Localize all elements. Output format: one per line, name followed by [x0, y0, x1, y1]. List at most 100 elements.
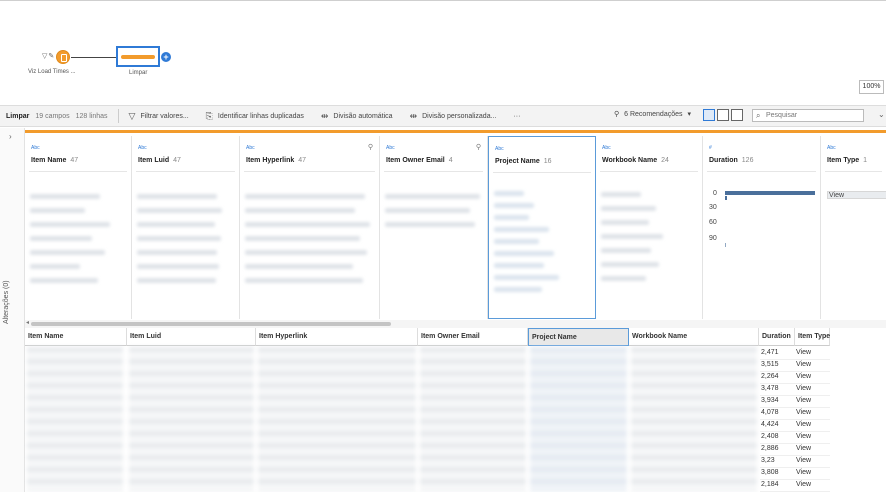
field-name: Project Name	[495, 158, 540, 165]
item-type-cell[interactable]: View	[796, 359, 811, 371]
field-name: Item Luid	[138, 157, 170, 164]
profile-card-duration[interactable]: # Duration 126 0 30 60 90	[703, 136, 821, 319]
item-type-cell[interactable]: View	[796, 431, 811, 443]
flow-canvas[interactable]: ▽✎ + Viz Load Times ... Limpar 100%	[0, 1, 886, 105]
field-name: Item Owner Email	[386, 157, 445, 164]
horizontal-scrollbar[interactable]: ◂	[25, 320, 886, 328]
column-header-item-type[interactable]: Item Type	[795, 328, 830, 346]
expand-arrow-icon[interactable]: ›	[9, 132, 12, 141]
more-options-button[interactable]: ···	[513, 113, 520, 120]
item-type-cell[interactable]: View	[796, 443, 811, 455]
string-type-icon: Abc	[386, 145, 395, 151]
auto-split-button[interactable]: ⇹ Divisão automática	[321, 111, 393, 122]
filter-icon: ▽	[128, 110, 136, 121]
duration-cell[interactable]: 3,478	[761, 383, 779, 395]
input-node[interactable]	[56, 50, 70, 64]
item-type-cell[interactable]: View	[796, 467, 811, 479]
clean-node-label: Limpar	[129, 70, 148, 76]
column-header-workbook-name[interactable]: Workbook Name	[629, 328, 759, 346]
profile-card-item-hyperlink[interactable]: Abc Item Hyperlink 47 ⚲	[240, 136, 380, 319]
duration-tick: 0	[713, 190, 717, 197]
string-type-icon: Abc	[602, 145, 611, 151]
duration-cell[interactable]: 2,264	[761, 371, 779, 383]
recommendations-button[interactable]: ⚲ 6 Recomendações ▾	[614, 110, 691, 119]
profile-view-icon[interactable]	[703, 109, 715, 121]
distinct-count: 16	[543, 158, 552, 165]
duration-cell[interactable]: 3,808	[761, 467, 779, 479]
duration-cell[interactable]: 3,934	[761, 395, 779, 407]
clean-step-node[interactable]	[116, 46, 160, 67]
item-type-value: View	[829, 192, 845, 199]
profile-card-item-luid[interactable]: Abc Item Luid 47	[132, 136, 240, 319]
duration-cell[interactable]: 2,471	[761, 347, 779, 359]
duration-histogram-bar[interactable]	[725, 191, 815, 195]
input-node-label: Viz Load Times ...	[28, 69, 76, 75]
changes-label: Alterações (0)	[3, 280, 10, 324]
search-input[interactable]: ⌕ Pesquisar	[752, 109, 864, 122]
duration-cell[interactable]: 2,886	[761, 443, 779, 455]
item-type-cell[interactable]: View	[796, 383, 811, 395]
column-header-duration[interactable]: Duration	[759, 328, 795, 346]
filter-values-label: Filtrar valores...	[140, 112, 189, 120]
field-name: Duration	[709, 157, 738, 164]
item-type-cell[interactable]: View	[796, 371, 811, 383]
filter-edit-icons[interactable]: ▽✎	[42, 52, 55, 60]
view-toggle	[703, 109, 743, 121]
recommendation-icon[interactable]: ⚲	[368, 143, 373, 151]
duration-histogram-bar[interactable]	[725, 243, 726, 247]
blurred-column	[530, 347, 627, 492]
distinct-count: 1	[863, 157, 868, 164]
profile-card-item-owner-email[interactable]: Abc Item Owner Email 4 ⚲	[380, 136, 488, 319]
scrollbar-thumb[interactable]	[31, 322, 391, 326]
item-type-cell[interactable]: View	[796, 407, 811, 419]
distinct-count: 126	[741, 157, 754, 164]
row-count: 128 linhas	[75, 112, 108, 120]
grid-view-icon[interactable]	[731, 109, 743, 121]
string-type-icon: Abc	[495, 146, 504, 152]
item-type-cell[interactable]: View	[796, 419, 811, 431]
field-name: Item Name	[31, 157, 67, 164]
string-type-icon: Abc	[827, 145, 836, 151]
identify-duplicates-button[interactable]: ⎘ Identificar linhas duplicadas	[206, 111, 304, 122]
custom-split-button[interactable]: ⇹ Divisão personalizada...	[410, 111, 497, 122]
item-type-cell[interactable]: View	[796, 347, 811, 359]
distinct-count: 47	[70, 157, 79, 164]
recommendation-icon[interactable]: ⚲	[476, 143, 481, 151]
filter-values-button[interactable]: ▽ Filtrar valores...	[129, 111, 189, 122]
distinct-count: 24	[661, 157, 669, 164]
collapse-chevron-icon[interactable]: ⌄	[878, 110, 885, 119]
scroll-left-icon[interactable]: ◂	[26, 319, 29, 326]
duration-cell[interactable]: 3,515	[761, 359, 779, 371]
profile-card-item-type[interactable]: Abc Item Type 1 View	[821, 136, 886, 319]
duration-cell[interactable]: 3,23	[761, 455, 775, 467]
duration-cell[interactable]: 2,408	[761, 431, 779, 443]
duration-histogram-bar[interactable]	[725, 196, 727, 200]
column-header-item-luid[interactable]: Item Luid	[127, 328, 256, 346]
profile-card-workbook-name[interactable]: Abc Workbook Name 24	[596, 136, 703, 319]
column-header-item-owner-email[interactable]: Item Owner Email	[418, 328, 528, 346]
column-header-item-hyperlink[interactable]: Item Hyperlink	[256, 328, 418, 346]
item-type-cell[interactable]: View	[796, 479, 811, 491]
blurred-column	[631, 347, 757, 492]
column-header-project-name[interactable]: Project Name	[528, 328, 629, 346]
zoom-level[interactable]: 100%	[859, 80, 884, 94]
column-header-item-name[interactable]: Item Name	[25, 328, 127, 346]
field-count: 19 campos	[35, 112, 70, 120]
duration-tick: 90	[709, 235, 717, 242]
item-type-cell[interactable]: View	[796, 395, 811, 407]
changes-panel[interactable]: › Alterações (0)	[0, 128, 25, 492]
toolbar-divider	[117, 109, 119, 123]
lightbulb-icon: ⚲	[614, 111, 620, 118]
duration-cell[interactable]: 2,184	[761, 479, 779, 491]
duration-cell[interactable]: 4,424	[761, 419, 779, 431]
item-type-cell[interactable]: View	[796, 455, 811, 467]
custom-split-icon: ⇹	[409, 110, 418, 121]
add-step-icon[interactable]: +	[161, 52, 171, 62]
profile-card-project-name[interactable]: Abc Project Name 16	[488, 136, 596, 319]
profile-card-item-name[interactable]: Abc Item Name 47	[25, 136, 132, 319]
blurred-column	[27, 347, 123, 492]
split-icon: ⇹	[320, 110, 329, 121]
duration-cell[interactable]: 4,078	[761, 407, 779, 419]
list-view-icon[interactable]	[717, 109, 729, 121]
blurred-column	[258, 347, 416, 492]
